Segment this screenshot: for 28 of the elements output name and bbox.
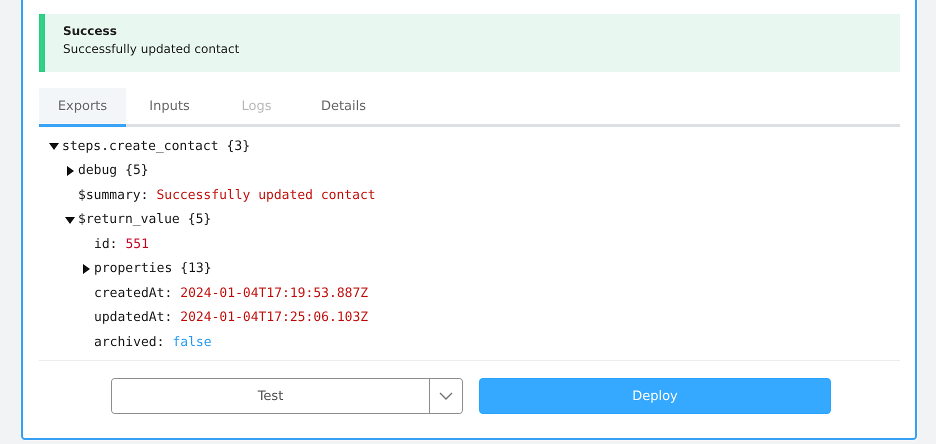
tree-value: false: [172, 334, 212, 350]
chevron-down-icon: [439, 392, 453, 400]
tree-key: archived:: [94, 334, 164, 350]
item-count: {5}: [188, 212, 212, 228]
tree-value: 2024-01-04T17:25:06.103Z: [180, 310, 368, 326]
tree-key: $summary:: [78, 188, 148, 203]
item-count: {13}: [180, 261, 212, 276]
item-count: {3}: [226, 138, 250, 154]
caret-down-icon[interactable]: [49, 141, 59, 152]
caret-right-icon[interactable]: [81, 264, 91, 274]
tree-value: 2024-01-04T17:19:53.887Z: [180, 286, 368, 301]
tree-key[interactable]: properties: [94, 261, 172, 276]
tree-value: 551: [125, 236, 149, 252]
tree-key: createdAt:: [94, 286, 172, 301]
tree-value: Successfully updated contact: [156, 188, 376, 203]
tree-key[interactable]: debug: [78, 163, 118, 178]
alert-title: Success: [63, 24, 118, 38]
tab[interactable]: Inputs: [126, 88, 213, 127]
caret-down-icon[interactable]: [65, 214, 75, 225]
item-count: {5}: [125, 163, 149, 178]
tree-key: updatedAt:: [94, 310, 172, 326]
tab[interactable]: Details: [300, 88, 387, 127]
tree-key: id:: [94, 236, 118, 252]
alert-message: Successfully updated contact: [63, 42, 240, 56]
tree-key[interactable]: $return_value: [78, 212, 180, 228]
caret-right-icon[interactable]: [65, 166, 75, 176]
tab[interactable]: Exports: [39, 88, 126, 127]
tree-key[interactable]: steps.create_contact: [62, 138, 219, 154]
